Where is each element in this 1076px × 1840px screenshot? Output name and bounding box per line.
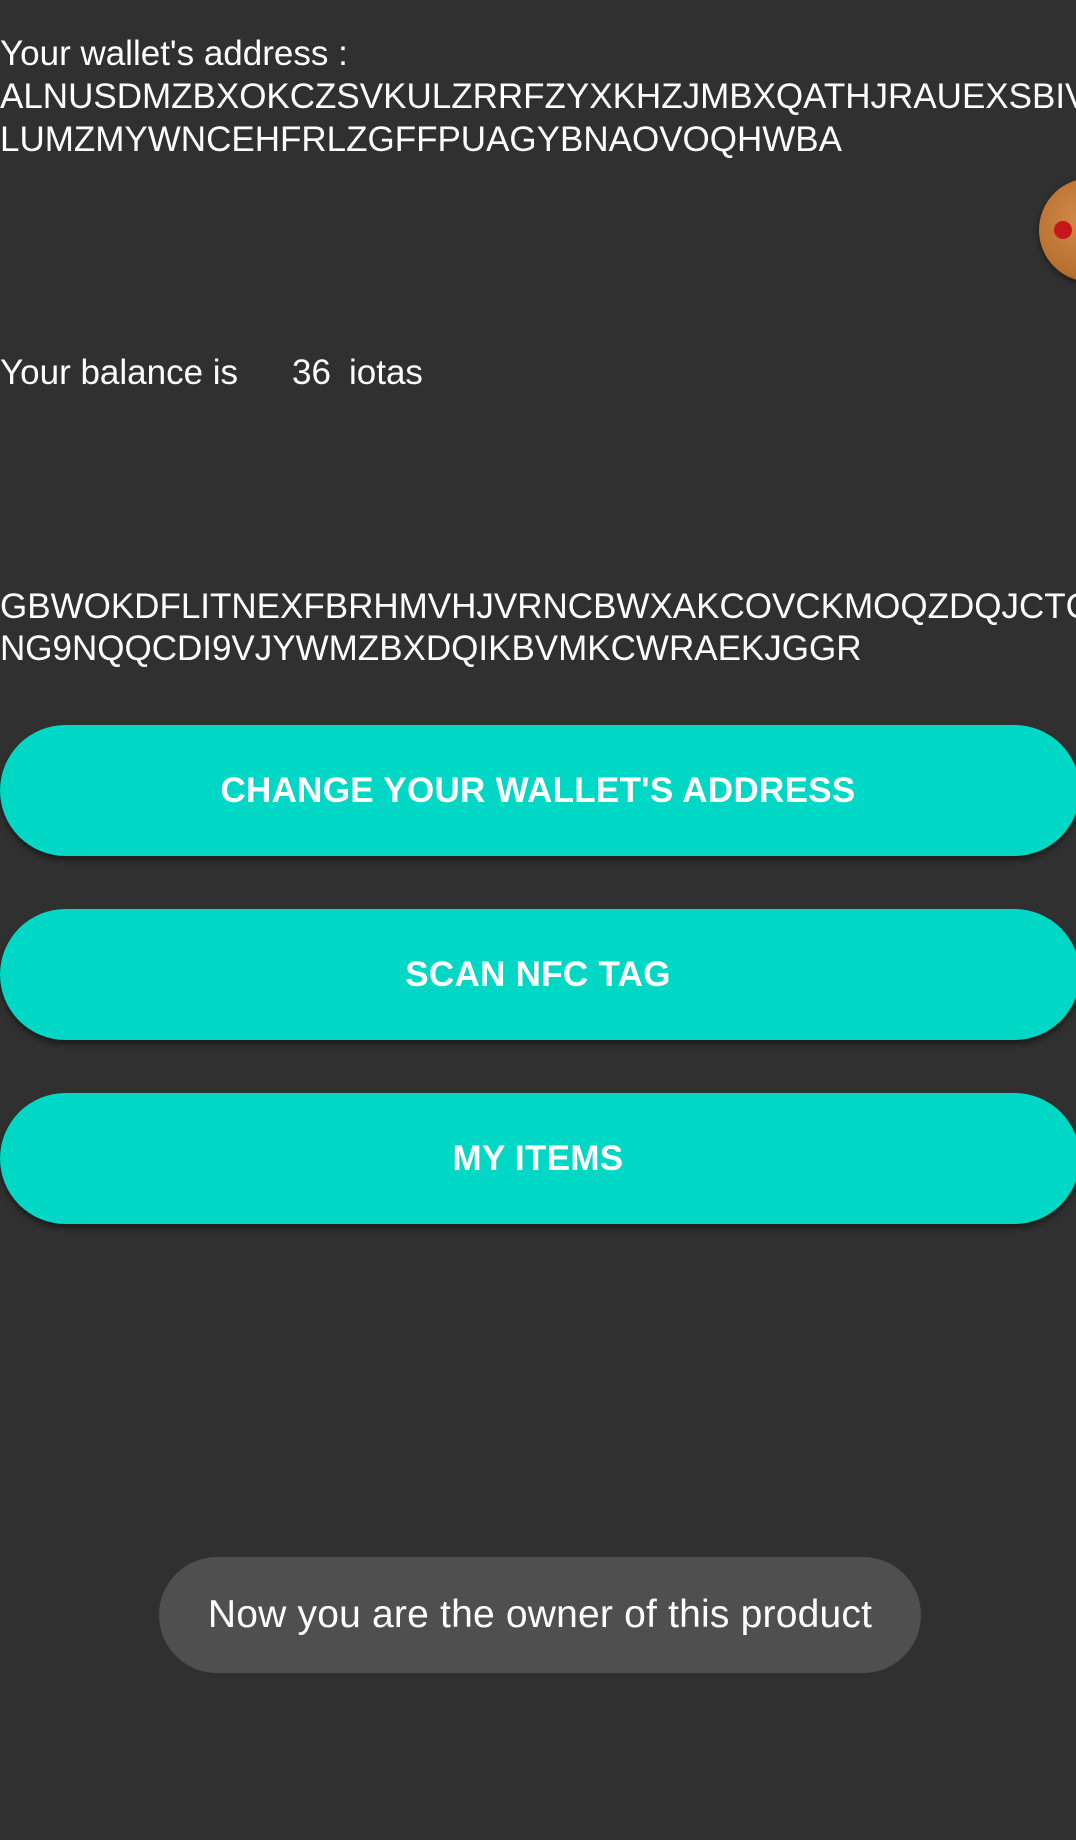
- balance-row: Your balance is 36 iotas: [0, 351, 423, 394]
- balance-unit: iotas: [348, 353, 423, 392]
- wallet-address-label: Your wallet's address :: [0, 34, 348, 73]
- bubble-dot: [1054, 221, 1072, 239]
- wallet-address-value-line2: LUMZMYWNCEHFRLZGFFPUAGYBNAOVOQHWBA: [0, 120, 842, 159]
- chat-head-bubble-icon[interactable]: [1039, 178, 1076, 282]
- balance-value: 36: [292, 353, 331, 392]
- nfc-tag-id-line1: GBWOKDFLITNEXFBRHMVHJVRNCBWXAKCOVCKMOQZD…: [0, 587, 1076, 626]
- wallet-address-value-line1: ALNUSDMZBXOKCZSVKULZRRFZYXKHZJMBXQATHJRA…: [0, 77, 1076, 116]
- main-screen: Your wallet's address : ALNUSDMZBXOKCZSV…: [0, 0, 1076, 1840]
- scan-nfc-tag-button[interactable]: SCAN NFC TAG: [0, 909, 1076, 1040]
- balance-label: Your balance is: [0, 353, 239, 392]
- change-wallet-address-button[interactable]: CHANGE YOUR WALLET'S ADDRESS: [0, 725, 1076, 856]
- nfc-tag-id-line2: NG9NQQCDI9VJYWMZBXDQIKBVMKCWRAEKJGGR: [0, 629, 862, 668]
- toast-message: Now you are the owner of this product: [159, 1557, 921, 1673]
- my-items-button[interactable]: MY ITEMS: [0, 1093, 1076, 1224]
